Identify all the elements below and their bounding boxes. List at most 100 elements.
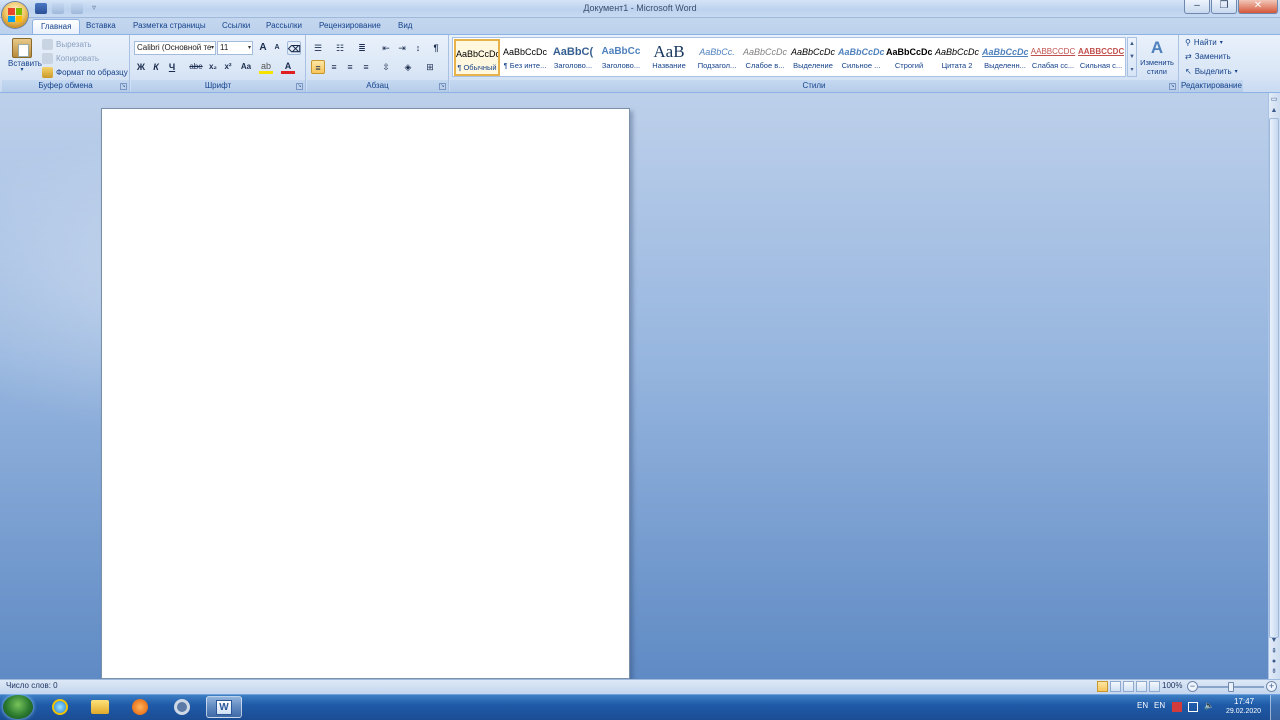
input-language[interactable]: EN xyxy=(1154,701,1165,710)
style-item[interactable]: AaBbCcDc ¶ Обычный xyxy=(454,39,500,76)
highlight-button[interactable]: ab xyxy=(259,61,273,74)
tab-home[interactable]: Главная xyxy=(32,19,81,34)
save-icon[interactable] xyxy=(35,3,47,14)
style-item[interactable]: AaBbCcDc Сильное ... xyxy=(838,39,884,76)
browse-object-icon[interactable]: ● xyxy=(1269,657,1279,667)
style-item[interactable]: AaBbCc Заголово... xyxy=(598,39,644,76)
close-button[interactable]: ✕ xyxy=(1238,0,1278,14)
show-marks-button[interactable]: ¶ xyxy=(429,41,443,55)
strikethrough-button[interactable]: abe xyxy=(188,60,204,74)
tab-mailings[interactable]: Рассылки xyxy=(258,19,310,34)
numbering-button[interactable]: ☷ xyxy=(333,41,347,55)
change-case-button[interactable]: Aa xyxy=(237,60,255,74)
tab-view[interactable]: Вид xyxy=(390,19,420,34)
web-layout-view-button[interactable] xyxy=(1123,681,1134,692)
copy-button[interactable]: Копировать xyxy=(42,53,99,64)
volume-icon[interactable]: 🔈 xyxy=(1204,701,1214,710)
increase-indent-button[interactable]: ⇥ xyxy=(395,41,409,55)
align-left-button[interactable]: ≡ xyxy=(311,60,325,74)
shading-button[interactable]: ◈ xyxy=(401,60,415,74)
zoom-in-button[interactable]: + xyxy=(1266,681,1277,692)
redo-icon[interactable] xyxy=(71,3,83,14)
replace-button[interactable]: ⇄ Заменить xyxy=(1185,52,1231,61)
minimize-button[interactable]: – xyxy=(1184,0,1210,14)
zoom-out-button[interactable]: − xyxy=(1187,681,1198,692)
shrink-font-button[interactable]: A xyxy=(270,41,284,55)
font-launcher-icon[interactable]: ↘ xyxy=(296,83,303,90)
tab-review[interactable]: Рецензирование xyxy=(311,19,389,34)
zoom-slider-thumb[interactable] xyxy=(1228,682,1234,692)
font-name-combo[interactable]: Calibri (Основной те ▾ xyxy=(134,41,216,55)
search-app-icon[interactable] xyxy=(168,696,196,718)
clipboard-launcher-icon[interactable]: ↘ xyxy=(120,83,127,90)
full-screen-reading-view-button[interactable] xyxy=(1110,681,1121,692)
font-color-button[interactable]: A xyxy=(281,61,295,74)
prev-page-icon[interactable]: ⇞ xyxy=(1269,647,1279,657)
line-spacing-button[interactable]: ⇳ xyxy=(379,60,393,74)
change-styles-button[interactable]: A Изменить стили xyxy=(1138,38,1176,78)
qat-customize-icon[interactable]: ▿ xyxy=(92,3,96,12)
print-layout-view-button[interactable] xyxy=(1097,681,1108,692)
underline-button[interactable]: Ч xyxy=(165,60,179,74)
gallery-scroll[interactable]: ▲ ▼ ▾ xyxy=(1127,37,1137,77)
style-item[interactable]: AaBbCc. Подзагол... xyxy=(694,39,740,76)
style-item[interactable]: AaBbCcDc Строгий xyxy=(886,39,932,76)
tab-page-layout[interactable]: Разметка страницы xyxy=(125,19,214,34)
style-item[interactable]: AaBbC(Заголово... xyxy=(550,39,596,76)
show-desktop-button[interactable] xyxy=(1270,695,1280,720)
tab-references[interactable]: Ссылки xyxy=(214,19,258,34)
clock-time[interactable]: 17:47 xyxy=(1234,697,1254,706)
clear-format-button[interactable]: ⌫ xyxy=(287,41,301,55)
style-item[interactable]: AaBbCcDc Цитата 2 xyxy=(934,39,980,76)
sort-button[interactable]: ↕ xyxy=(411,41,425,55)
subscript-button[interactable]: x₂ xyxy=(206,60,220,74)
next-page-icon[interactable]: ⇟ xyxy=(1269,667,1279,677)
style-item[interactable]: AaBbCcDc ¶ Без инте... xyxy=(502,39,548,76)
cut-button[interactable]: Вырезать xyxy=(42,39,92,50)
draft-view-button[interactable] xyxy=(1149,681,1160,692)
style-item[interactable]: AaBbCcDc Выделение xyxy=(790,39,836,76)
maximize-button[interactable]: ❐ xyxy=(1211,0,1237,14)
word-taskbar-icon[interactable]: W xyxy=(206,696,242,718)
style-item[interactable]: AABBCCDC Слабая сс... xyxy=(1030,39,1076,76)
clock-date[interactable]: 29.02.2020 xyxy=(1226,708,1261,715)
bullets-button[interactable]: ☰ xyxy=(311,41,325,55)
styles-launcher-icon[interactable]: ↘ xyxy=(1169,83,1176,90)
superscript-button[interactable]: x² xyxy=(221,60,235,74)
scrollbar-thumb[interactable] xyxy=(1269,118,1279,638)
outline-view-button[interactable] xyxy=(1136,681,1147,692)
find-button[interactable]: ⚲ Найти ▾ xyxy=(1185,38,1223,47)
paragraph-launcher-icon[interactable]: ↘ xyxy=(439,83,446,90)
internet-explorer-icon[interactable] xyxy=(46,696,74,718)
grow-font-button[interactable]: A xyxy=(256,41,270,55)
select-button[interactable]: ↖ Выделить ▾ xyxy=(1185,67,1238,76)
language-indicator[interactable]: EN xyxy=(1137,701,1148,710)
decrease-indent-button[interactable]: ⇤ xyxy=(379,41,393,55)
network-icon[interactable] xyxy=(1188,702,1198,712)
style-item[interactable]: AaBbCcDc Слабое в... xyxy=(742,39,788,76)
align-right-button[interactable]: ≡ xyxy=(343,60,357,74)
flag-icon[interactable] xyxy=(1172,702,1182,712)
style-item[interactable]: AaBbCcDc Выделенн... xyxy=(982,39,1028,76)
ruler-toggle-icon[interactable]: ▭ xyxy=(1269,95,1279,105)
bold-button[interactable]: Ж xyxy=(134,60,148,74)
scroll-down-icon[interactable]: ▼ xyxy=(1269,636,1279,646)
style-item[interactable]: AaB Название xyxy=(646,39,692,76)
justify-button[interactable]: ≡ xyxy=(359,60,373,74)
font-size-combo[interactable]: 11 ▾ xyxy=(217,41,253,55)
undo-icon[interactable] xyxy=(52,3,64,14)
style-item[interactable]: AABBCCDC Сильная с... xyxy=(1078,39,1124,76)
borders-button[interactable]: ⊞ xyxy=(423,60,437,74)
tab-insert[interactable]: Вставка xyxy=(78,19,124,34)
multilevel-list-button[interactable]: ≣ xyxy=(355,41,369,55)
document-page[interactable] xyxy=(101,108,630,679)
italic-button[interactable]: К xyxy=(149,60,163,74)
format-painter-button[interactable]: Формат по образцу xyxy=(42,67,128,78)
word-count[interactable]: Число слов: 0 xyxy=(6,681,58,690)
explorer-folder-icon[interactable] xyxy=(86,696,114,718)
align-center-button[interactable]: ≡ xyxy=(327,60,341,74)
zoom-level[interactable]: 100% xyxy=(1162,681,1182,690)
media-player-icon[interactable] xyxy=(126,696,154,718)
paste-button[interactable]: Вставить ▾ xyxy=(8,38,42,73)
office-button[interactable] xyxy=(2,2,28,28)
